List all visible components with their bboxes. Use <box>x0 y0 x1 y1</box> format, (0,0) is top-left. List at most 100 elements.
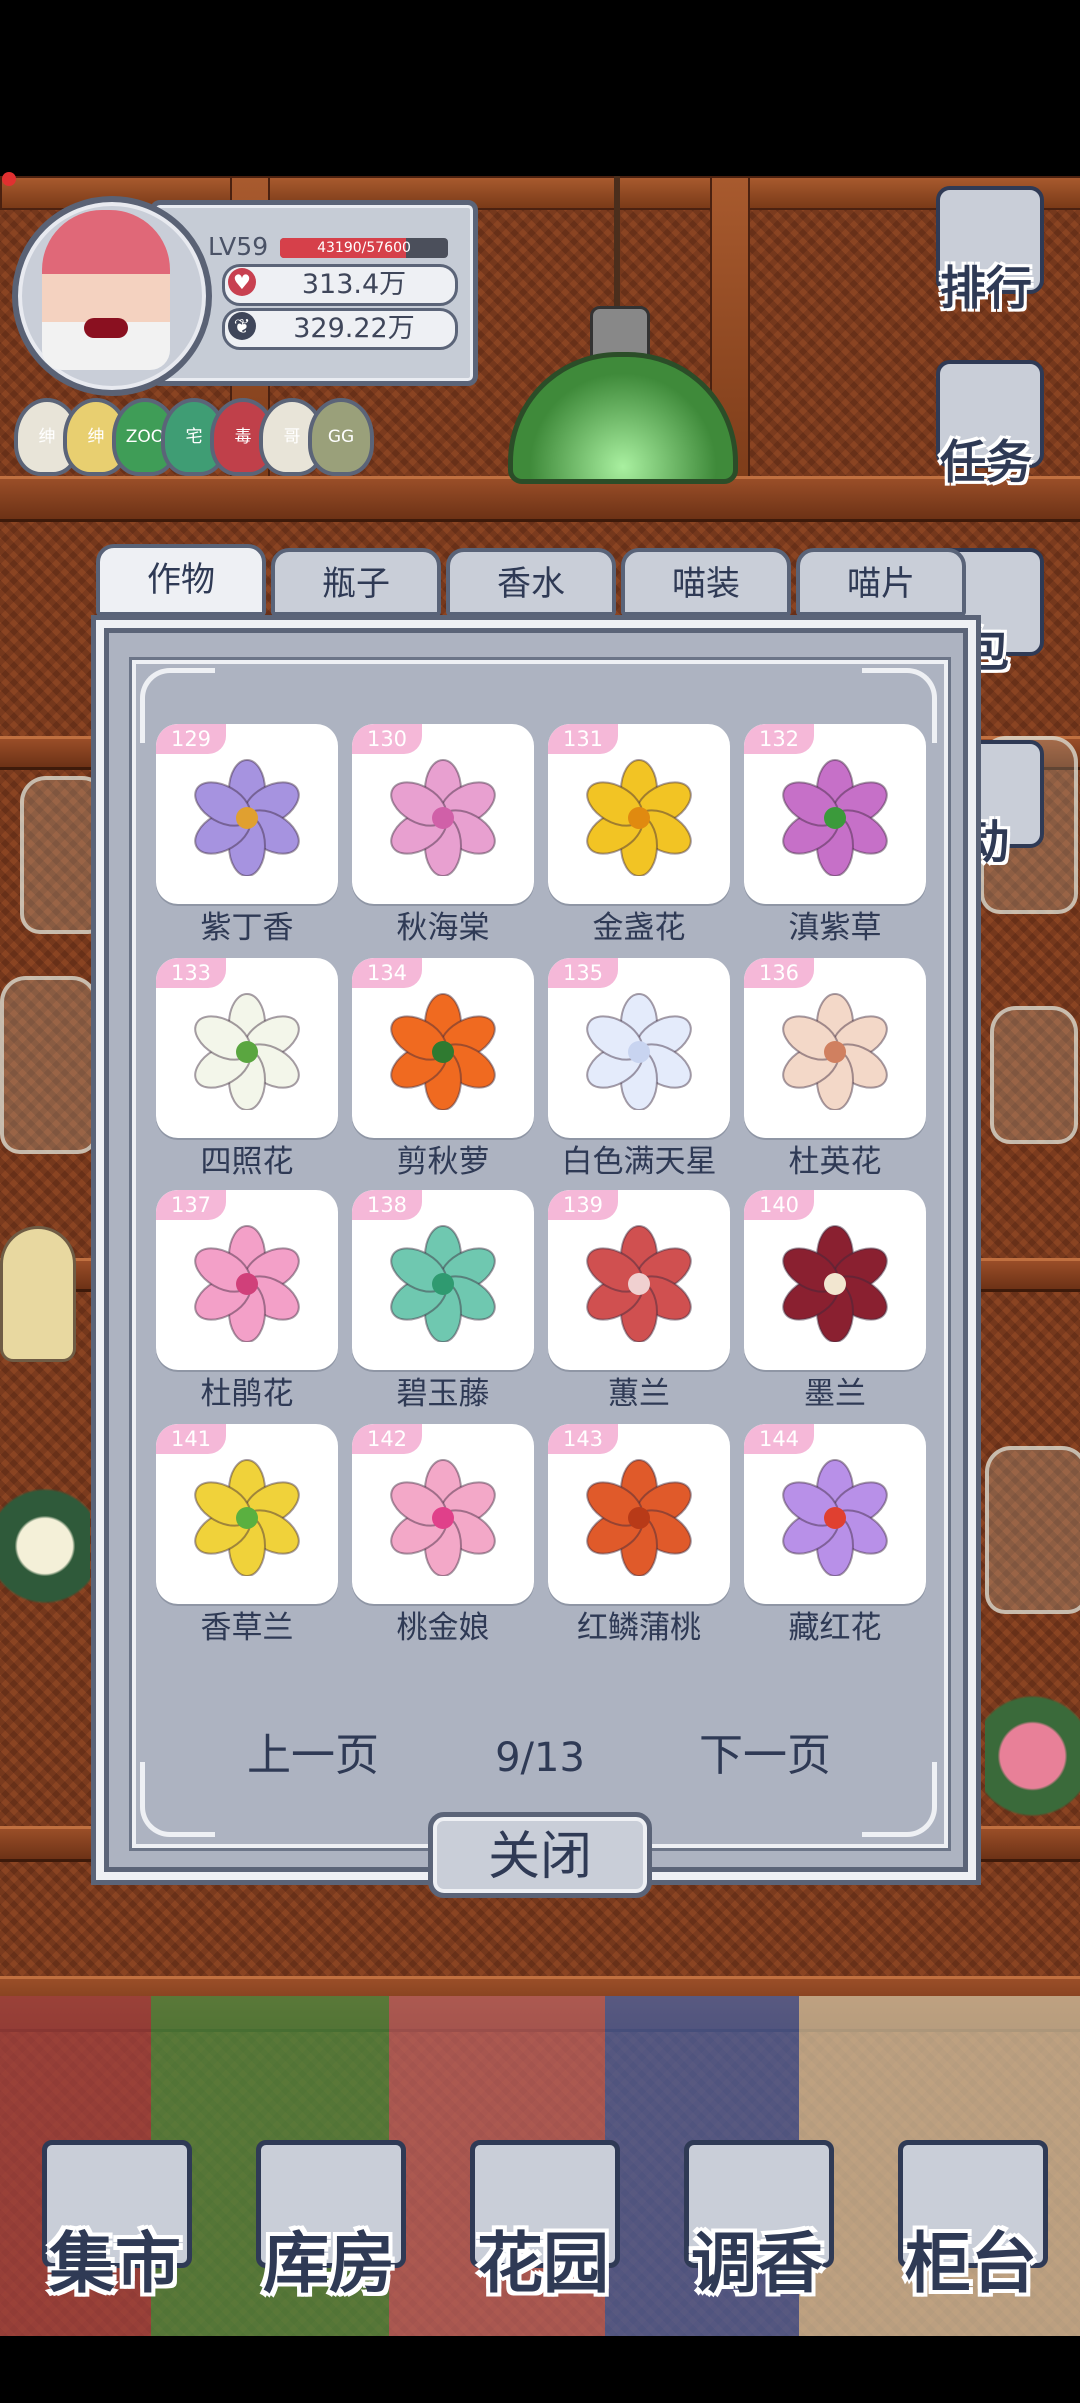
flower-illustration <box>390 1459 496 1577</box>
tab-1[interactable]: 作物 <box>96 544 266 616</box>
nav-button-4[interactable]: 调香 <box>672 2140 842 2310</box>
flower-art <box>177 756 317 877</box>
collection-tabs: 作物 瓶子 香水 喵装 喵片 <box>96 544 976 618</box>
glass-jar <box>0 976 98 1154</box>
page-indicator: 9/13 <box>495 1735 585 1781</box>
flower-card[interactable]: 133 <box>156 958 338 1138</box>
flower-name: 金盏花 <box>592 910 686 946</box>
flower-name: 碧玉藤 <box>396 1376 490 1412</box>
glass-jar <box>985 1446 1080 1614</box>
flower-illustration <box>390 993 496 1111</box>
notification-dot <box>2 172 16 186</box>
side-button-2[interactable]: 任务 <box>918 360 1054 500</box>
flower-name: 紫丁香 <box>200 910 294 946</box>
flower-card[interactable]: 135 <box>548 958 730 1138</box>
flower-illustration <box>586 1225 692 1343</box>
flower-card[interactable]: 138 <box>352 1190 534 1370</box>
avatar-bow <box>84 318 128 338</box>
flower-card[interactable]: 131 <box>548 724 730 904</box>
flower-illustration <box>782 1459 888 1577</box>
side-button-label: 排行 <box>940 261 1032 315</box>
flower-card[interactable]: 136 <box>744 958 926 1138</box>
card-number: 130 <box>352 724 422 754</box>
glass-jar <box>990 1006 1078 1144</box>
tab-2[interactable]: 瓶子 <box>271 548 441 616</box>
flower-art <box>569 990 709 1111</box>
flower-name: 白色满天星 <box>561 1144 717 1180</box>
flower-art <box>765 990 905 1111</box>
flower-art <box>373 1222 513 1343</box>
tab-5[interactable]: 喵片 <box>796 548 966 616</box>
card-number: 137 <box>156 1190 226 1220</box>
flower-art <box>177 990 317 1111</box>
avatar-portrait <box>42 210 170 370</box>
side-button-1[interactable]: 排行 <box>918 186 1054 326</box>
lamp-cord <box>614 176 620 316</box>
flower-illustration <box>782 1225 888 1343</box>
flower-illustration <box>782 993 888 1111</box>
flower-art <box>569 1222 709 1343</box>
xp-text: 43190/57600 <box>317 240 411 256</box>
flower-art <box>569 756 709 877</box>
flower-illustration <box>390 759 496 877</box>
nav-label: 集市 <box>49 2225 181 2302</box>
tab-4[interactable]: 喵装 <box>621 548 791 616</box>
flower-name: 滇紫草 <box>788 910 882 946</box>
card-number: 139 <box>548 1190 618 1220</box>
flower-name: 四照花 <box>200 1144 294 1180</box>
player-level: LV59 <box>208 232 269 261</box>
flower-art <box>373 1456 513 1577</box>
nav-button-2[interactable]: 库房 <box>244 2140 414 2310</box>
flower-card[interactable]: 144 <box>744 1424 926 1604</box>
flower-illustration <box>194 1459 300 1577</box>
side-button-label: 任务 <box>940 435 1032 489</box>
leaf-coin-icon: ❦ <box>228 312 256 340</box>
flower-card[interactable]: 132 <box>744 724 926 904</box>
glass-jar <box>20 776 108 934</box>
flower-name: 秋海棠 <box>396 910 490 946</box>
flower-card[interactable]: 129 <box>156 724 338 904</box>
next-page-button[interactable]: 下一页 <box>680 1726 850 1786</box>
flower-card[interactable]: 139 <box>548 1190 730 1370</box>
frame-corner-ornament <box>140 1762 215 1837</box>
flower-card[interactable]: 134 <box>352 958 534 1138</box>
nav-button-3[interactable]: 花园 <box>458 2140 628 2310</box>
flower-art <box>177 1456 317 1577</box>
flower-name: 墨兰 <box>804 1376 866 1412</box>
badge-icon[interactable]: GG <box>308 398 374 476</box>
card-number: 129 <box>156 724 226 754</box>
card-number: 136 <box>744 958 814 988</box>
flower-card[interactable]: 130 <box>352 724 534 904</box>
flower-illustration <box>194 993 300 1111</box>
flower-name: 红鳞蒲桃 <box>577 1610 701 1646</box>
currency-1-value: 313.4万 <box>301 269 407 300</box>
nav-button-1[interactable]: 集市 <box>30 2140 200 2310</box>
nav-label: 调香 <box>691 2225 823 2302</box>
flower-illustration <box>586 993 692 1111</box>
flower-pot <box>985 1636 1080 1876</box>
card-number: 144 <box>744 1424 814 1454</box>
prev-page-button[interactable]: 上一页 <box>228 1726 398 1786</box>
flower-illustration <box>194 759 300 877</box>
nav-label: 柜台 <box>905 2225 1037 2302</box>
heart-coin-icon: ♥ <box>228 268 256 296</box>
potion-bottle <box>0 1226 76 1362</box>
flower-card[interactable]: 140 <box>744 1190 926 1370</box>
flower-name: 杜英花 <box>788 1144 882 1180</box>
flower-name: 杜鹃花 <box>200 1376 294 1412</box>
close-button[interactable]: 关闭 <box>428 1812 652 1898</box>
flower-card[interactable]: 137 <box>156 1190 338 1370</box>
nav-button-5[interactable]: 柜台 <box>886 2140 1056 2310</box>
flower-card[interactable]: 141 <box>156 1424 338 1604</box>
flower-art <box>569 1456 709 1577</box>
nav-label: 花园 <box>477 2225 609 2302</box>
flower-card[interactable]: 143 <box>548 1424 730 1604</box>
flower-card[interactable]: 142 <box>352 1424 534 1604</box>
card-number: 131 <box>548 724 618 754</box>
card-number: 141 <box>156 1424 226 1454</box>
currency-2-value: 329.22万 <box>293 313 415 344</box>
nav-label: 库房 <box>263 2225 395 2302</box>
card-number: 134 <box>352 958 422 988</box>
tab-3[interactable]: 香水 <box>446 548 616 616</box>
flower-art <box>177 1222 317 1343</box>
